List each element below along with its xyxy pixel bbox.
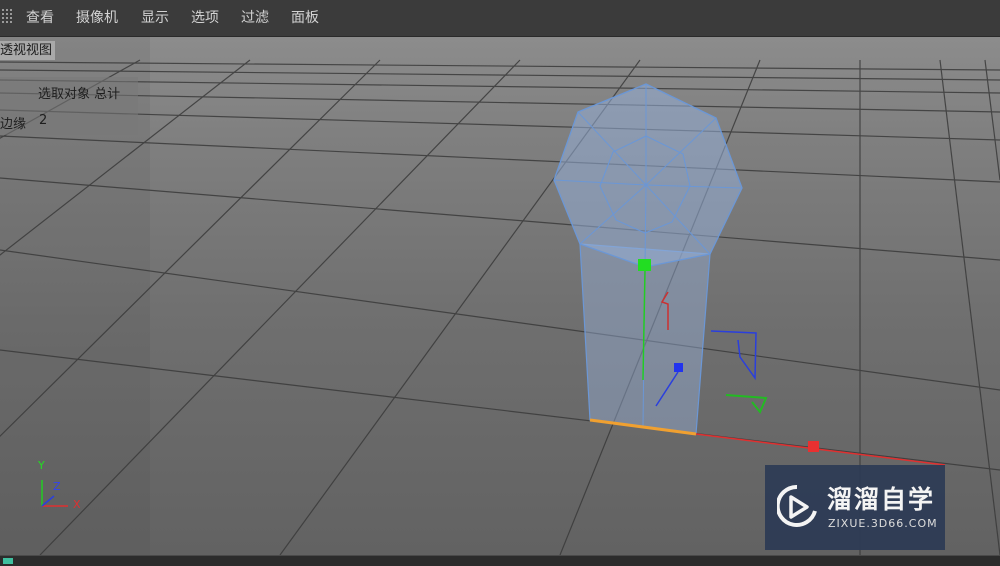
plane-xy-handle-icon[interactable] (725, 394, 768, 414)
axis-label-z: Z (53, 480, 61, 493)
menu-item-options[interactable]: 选项 (191, 9, 219, 27)
status-bar (0, 555, 1000, 566)
menu-item-camera[interactable]: 摄像机 (76, 9, 118, 27)
x-axis-grip-icon[interactable] (808, 441, 819, 452)
watermark-badge: 溜溜自学 ZIXUE.3D66.COM (765, 465, 945, 550)
viewport-title[interactable]: 透视视图 (0, 41, 56, 60)
axis-label-y: Y (38, 459, 45, 472)
menu-item-display[interactable]: 显示 (141, 9, 169, 27)
grip-handle-icon[interactable] (2, 9, 14, 25)
watermark-name: 溜溜自学 (827, 485, 936, 514)
x-axis-handle[interactable] (695, 433, 946, 466)
hud-edge-count: 2 (39, 113, 48, 128)
hud-edge-label: 边缘 (0, 117, 27, 132)
hud-header: 选取对象 总计 (38, 87, 121, 102)
y-axis-grip-icon[interactable] (638, 259, 651, 271)
menu-item-view[interactable]: 查看 (26, 9, 54, 27)
status-indicator (3, 558, 13, 564)
z-axis-grip-icon[interactable] (674, 363, 683, 372)
menu-item-panel[interactable]: 面板 (291, 9, 319, 27)
menu-bar: 查看 摄像机 显示 选项 过滤 面板 (0, 0, 1000, 37)
axis-label-x: X (73, 498, 81, 511)
watermark-url: ZIXUE.3D66.COM (828, 517, 938, 530)
menu-item-filter[interactable]: 过滤 (241, 9, 269, 27)
selection-info-panel: 选取对象 总计 边缘 2 (0, 77, 138, 135)
play-logo-icon (777, 485, 817, 527)
